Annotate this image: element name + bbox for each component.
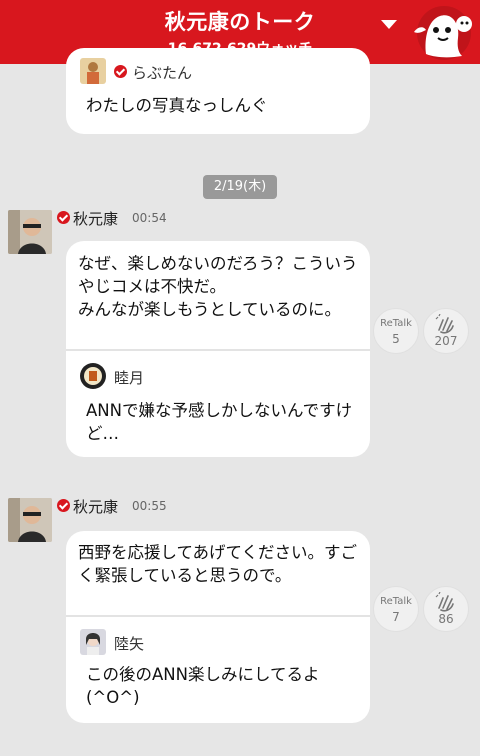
clap-icon xyxy=(435,592,454,612)
quote-text: この後のANN楽しみにしてるよ(^O^) xyxy=(86,665,320,707)
message-text: 西野を応援してあげてください。すごく緊張していると思うので。 xyxy=(78,543,358,585)
message-text: なぜ、楽しめないのだろう？こういうやじコメは不快だ。 みんなが楽しもうとしている… xyxy=(78,254,358,319)
retalk-button[interactable]: ReTalk 7 xyxy=(373,586,419,632)
verified-icon xyxy=(57,211,70,224)
sender-name: 秋元康 xyxy=(73,498,119,516)
message-card[interactable]: 西野を応援してあげてください。すごく緊張していると思うので。 陸矢 この後のAN… xyxy=(66,531,370,723)
verified-icon xyxy=(114,65,127,78)
clap-button[interactable]: 86 xyxy=(423,586,469,632)
clap-count: 86 xyxy=(438,612,454,626)
retalk-label: ReTalk xyxy=(380,318,412,329)
quote-author: らぶたん xyxy=(132,64,193,82)
quote-card-top[interactable]: らぶたん わたしの写真なっしんぐ xyxy=(66,48,370,134)
avatar xyxy=(80,58,106,84)
retalk-label: ReTalk xyxy=(380,596,412,607)
mascot-icon[interactable] xyxy=(404,2,480,64)
quote-text: ANNで嫌な予感しかしないんですけど… xyxy=(86,401,353,443)
chevron-down-icon[interactable] xyxy=(381,20,397,29)
verified-icon xyxy=(57,499,70,512)
divider xyxy=(66,349,370,351)
date-divider: 2/19(木) xyxy=(203,175,277,199)
clap-count: 207 xyxy=(434,334,458,348)
message-time: 00:54 xyxy=(132,211,167,225)
retalk-button[interactable]: ReTalk 5 xyxy=(373,308,419,354)
message-card[interactable]: なぜ、楽しめないのだろう？こういうやじコメは不快だ。 みんなが楽しもうとしている… xyxy=(66,241,370,457)
retalk-count: 5 xyxy=(392,332,400,346)
avatar xyxy=(80,629,106,655)
avatar[interactable] xyxy=(8,498,52,542)
avatar xyxy=(80,363,106,389)
divider xyxy=(66,615,370,617)
clap-button[interactable]: 207 xyxy=(423,308,469,354)
message-time: 00:55 xyxy=(132,499,167,513)
sender-name: 秋元康 xyxy=(73,210,119,228)
quote-author: 睦月 xyxy=(114,369,145,387)
quote-text: わたしの写真なっしんぐ xyxy=(86,96,268,115)
quote-author: 陸矢 xyxy=(114,635,145,653)
clap-icon xyxy=(435,314,454,334)
avatar[interactable] xyxy=(8,210,52,254)
retalk-count: 7 xyxy=(392,610,400,624)
